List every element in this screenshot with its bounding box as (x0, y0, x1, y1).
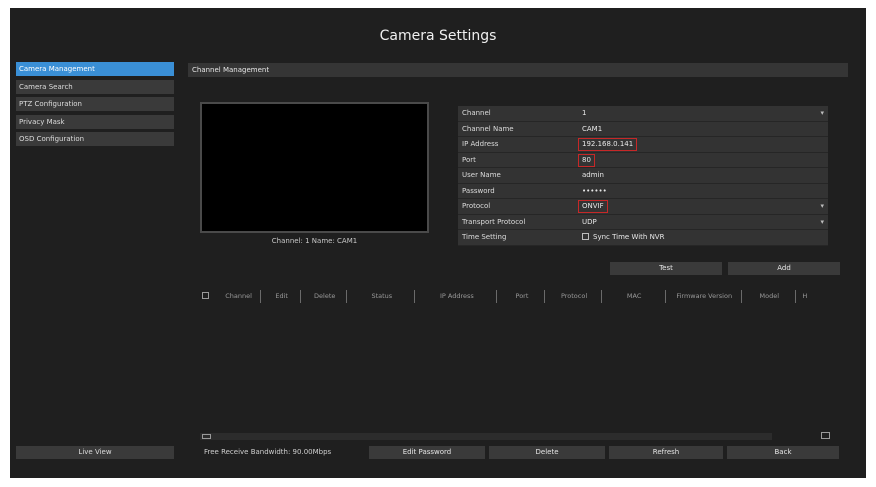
delete-button[interactable]: Delete (489, 446, 605, 459)
channel-row: Channel 1 ▾ (458, 106, 828, 122)
section-header: Channel Management (188, 63, 848, 77)
user-name-row: User Name admin (458, 168, 828, 184)
column-header-edit[interactable]: Edit (263, 290, 302, 303)
camera-table-header: Channel Edit Delete Status IP Address Po… (200, 290, 830, 303)
scroll-corner-icon (821, 432, 830, 439)
column-header-protocol[interactable]: Protocol (548, 290, 602, 303)
channel-select[interactable]: 1 (582, 106, 586, 122)
channel-name-label: Channel Name (462, 124, 514, 133)
transport-protocol-label: Transport Protocol (462, 217, 526, 226)
port-row: Port 80 (458, 152, 828, 168)
protocol-row: Protocol ONVIF ▾ (458, 199, 828, 215)
refresh-button[interactable]: Refresh (609, 446, 723, 459)
column-header-truncated[interactable]: H (798, 290, 812, 303)
column-header-port[interactable]: Port (499, 290, 546, 303)
camera-preview (200, 102, 429, 233)
transport-protocol-row: Transport Protocol UDP ▾ (458, 214, 828, 231)
preview-caption: Channel: 1 Name: CAM1 (271, 237, 358, 245)
select-all-checkbox[interactable] (202, 292, 209, 299)
column-header-status[interactable]: Status (349, 290, 416, 303)
channel-name-row: Channel Name CAM1 (458, 121, 828, 138)
test-button[interactable]: Test (610, 262, 722, 275)
ip-address-label: IP Address (462, 140, 499, 148)
password-label: Password (462, 186, 495, 195)
column-header-mac[interactable]: MAC (604, 290, 666, 303)
sidebar-item-privacy-mask[interactable]: Privacy Mask (16, 114, 174, 129)
sync-time-checkbox[interactable]: Sync Time With NVR (582, 230, 664, 246)
page-title: Camera Settings (379, 28, 497, 44)
chevron-down-icon[interactable]: ▾ (820, 106, 824, 122)
sidebar-item-camera-management[interactable]: Camera Management (16, 62, 174, 76)
column-header-channel[interactable]: Channel (217, 290, 262, 303)
ip-address-field[interactable]: 192.168.0.141 (577, 138, 638, 151)
sidebar-item-camera-search[interactable]: Camera Search (16, 79, 174, 94)
password-field[interactable]: •••••• (582, 184, 607, 200)
column-header-firmware-version[interactable]: Firmware Version (668, 290, 742, 303)
bandwidth-status: Free Receive Bandwidth: 90.00Mbps (204, 448, 332, 456)
channel-name-field[interactable]: CAM1 (582, 122, 602, 138)
chevron-down-icon[interactable]: ▾ (820, 215, 824, 231)
port-field[interactable]: 80 (578, 153, 595, 167)
user-name-field[interactable]: admin (582, 168, 604, 184)
back-button[interactable]: Back (727, 446, 839, 459)
add-button[interactable]: Add (728, 262, 840, 275)
sidebar: Camera Management Camera Search PTZ Conf… (16, 62, 174, 150)
port-label: Port (462, 155, 476, 164)
password-row: Password •••••• (458, 183, 828, 200)
time-setting-label: Time Setting (462, 233, 507, 241)
chevron-down-icon[interactable]: ▾ (820, 199, 824, 215)
protocol-select[interactable]: ONVIF (578, 200, 608, 213)
transport-protocol-select[interactable]: UDP (582, 215, 597, 231)
checkbox-icon[interactable] (582, 233, 589, 240)
user-name-label: User Name (462, 171, 501, 179)
channel-label: Channel (462, 109, 491, 117)
scrollbar-thumb[interactable] (202, 434, 211, 439)
column-header-model[interactable]: Model (744, 290, 796, 303)
column-header-delete[interactable]: Delete (303, 290, 348, 303)
horizontal-scrollbar[interactable] (200, 433, 772, 440)
column-header-ip-address[interactable]: IP Address (417, 290, 498, 303)
camera-form: Channel 1 ▾ Channel Name CAM1 IP Address… (458, 106, 828, 246)
time-setting-row: Time Setting Sync Time With NVR (458, 230, 828, 246)
protocol-label: Protocol (462, 202, 491, 210)
ip-address-row: IP Address 192.168.0.141 (458, 137, 828, 153)
sidebar-item-osd-configuration[interactable]: OSD Configuration (16, 132, 174, 146)
sync-time-label: Sync Time With NVR (593, 233, 665, 241)
live-view-button[interactable]: Live View (16, 446, 174, 459)
edit-password-button[interactable]: Edit Password (369, 446, 485, 459)
sidebar-item-ptz-configuration[interactable]: PTZ Configuration (16, 97, 174, 111)
